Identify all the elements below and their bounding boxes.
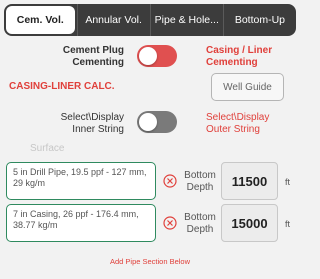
- bottom-depth-label: Bottom Depth: [184, 170, 216, 193]
- depth-unit: ft: [285, 219, 291, 229]
- toggle-knob: [139, 47, 157, 65]
- surface-label: Surface: [30, 143, 65, 154]
- add-pipe-section-link[interactable]: Add Pipe Section Below: [0, 257, 300, 266]
- bottom-depth-label: Bottom Depth: [184, 212, 216, 235]
- remove-icon[interactable]: [163, 216, 177, 230]
- outer-string-label: Select\Display Outer String: [206, 112, 270, 135]
- pipe-section-field[interactable]: 7 in Casing, 26 ppf - 176.4 mm, 38.77 kg…: [6, 204, 156, 242]
- tab-bar: Cem. Vol. Annular Vol. Pipe & Hole... Bo…: [4, 4, 296, 36]
- string-select-toggle[interactable]: [137, 111, 177, 133]
- cement-plug-label: Cement Plug Cementing: [62, 45, 124, 68]
- calc-title: CASING-LINER CALC.: [9, 81, 115, 92]
- cementing-mode-toggle[interactable]: [137, 45, 177, 67]
- well-guide-button[interactable]: Well Guide: [211, 73, 284, 101]
- depth-unit: ft: [285, 177, 291, 187]
- tab-pipe-hole[interactable]: Pipe & Hole...: [149, 4, 223, 36]
- tab-annular-vol[interactable]: Annular Vol.: [76, 4, 150, 36]
- bottom-depth-input[interactable]: 11500: [221, 162, 278, 200]
- casing-liner-label: Casing / Liner Cementing: [206, 45, 273, 68]
- tab-cem-vol[interactable]: Cem. Vol.: [6, 6, 75, 34]
- inner-string-label: Select\Display Inner String: [60, 112, 124, 135]
- toggle-knob: [139, 113, 157, 131]
- remove-icon[interactable]: [163, 174, 177, 188]
- pipe-section-field[interactable]: 5 in Drill Pipe, 19.5 ppf - 127 mm, 29 k…: [6, 162, 156, 200]
- bottom-depth-input[interactable]: 15000: [221, 204, 278, 242]
- tab-bottom-up[interactable]: Bottom-Up: [222, 4, 296, 36]
